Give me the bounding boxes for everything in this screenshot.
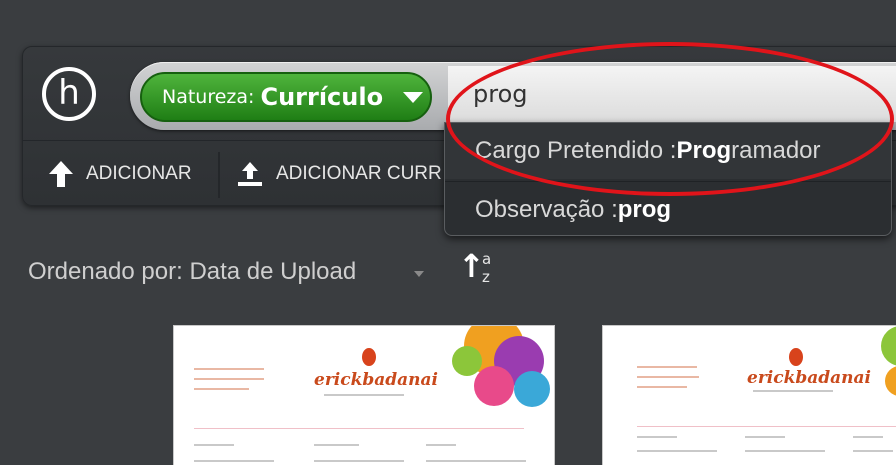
thumb-text-line	[637, 450, 717, 452]
suggestion-item[interactable]: Cargo Pretendido : Prog ramador	[445, 123, 891, 179]
resume-thumbnail[interactable]: erickbadanai	[602, 325, 896, 465]
thumb-text-line	[314, 460, 404, 462]
thumb-text-line	[745, 450, 825, 452]
sort-direction-icon[interactable]: ↑	[458, 250, 485, 282]
thumb-text-line	[853, 450, 893, 452]
thumb-text-line	[637, 366, 697, 368]
toolbar-separator	[218, 152, 220, 198]
sort-caret-icon[interactable]	[414, 271, 424, 277]
suggestion-match: Prog	[676, 137, 732, 164]
sort-label[interactable]: Ordenado por: Data de Upload	[28, 258, 356, 286]
thumb-brand: erickbadanai	[314, 370, 438, 390]
decor-swirl	[881, 326, 896, 366]
app-logo[interactable]: h	[42, 67, 96, 121]
thumb-text-line	[745, 436, 785, 438]
sort-direction-bottom: z	[482, 268, 490, 286]
thumb-divider	[637, 426, 896, 427]
resume-thumbnail[interactable]: erickbadanai	[173, 325, 555, 465]
filter-label: Natureza:	[162, 86, 255, 108]
thumb-text-line	[426, 460, 526, 462]
suggestion-item[interactable]: Observação : prog	[445, 182, 891, 238]
thumb-text-line	[637, 436, 677, 438]
search-input[interactable]	[448, 66, 896, 122]
sort-direction-top: a	[482, 250, 492, 268]
add-button-label: ADICIONAR	[86, 163, 192, 184]
brand-flame-icon	[789, 348, 803, 366]
thumb-text-line	[194, 368, 264, 370]
add-resume-button-label: ADICIONAR CURR	[276, 163, 442, 184]
suggestion-dropdown: Cargo Pretendido : Prog ramador Observaçã…	[444, 122, 892, 236]
caret-down-icon	[403, 91, 424, 103]
upload-icon	[238, 162, 262, 186]
decor-swirl	[514, 371, 550, 407]
decor-swirl	[474, 366, 514, 406]
thumb-text-line	[853, 436, 883, 438]
thumb-text-line	[194, 444, 234, 446]
suggestion-rest: ramador	[731, 137, 821, 164]
add-resume-button[interactable]: ADICIONAR CURR	[236, 150, 442, 198]
app-page: h Natureza: Currículo ADICIONAR ADICIONA…	[0, 0, 896, 465]
logo-letter: h	[58, 72, 80, 113]
thumb-divider	[194, 428, 524, 429]
thumb-text-line	[194, 460, 274, 462]
filter-value: Currículo	[260, 83, 384, 111]
decor-swirl	[885, 366, 896, 396]
suggestion-match: prog	[617, 196, 672, 223]
thumb-text-line	[426, 444, 456, 446]
thumb-text-line	[314, 444, 359, 446]
arrow-up-icon	[49, 161, 73, 187]
suggestion-field: Cargo Pretendido :	[475, 137, 677, 164]
thumb-text-line	[324, 394, 404, 396]
thumb-text-line	[194, 388, 249, 390]
filter-dropdown[interactable]: Natureza: Currículo	[140, 72, 432, 122]
suggestion-field: Observação :	[475, 196, 618, 223]
thumb-text-line	[637, 376, 699, 378]
brand-flame-icon	[362, 348, 376, 366]
thumb-brand: erickbadanai	[747, 368, 871, 388]
thumb-text-line	[194, 378, 264, 380]
decor-swirl	[452, 346, 482, 376]
thumb-text-line	[753, 390, 833, 392]
thumb-text-line	[637, 386, 687, 388]
add-button[interactable]: ADICIONAR	[48, 150, 192, 198]
